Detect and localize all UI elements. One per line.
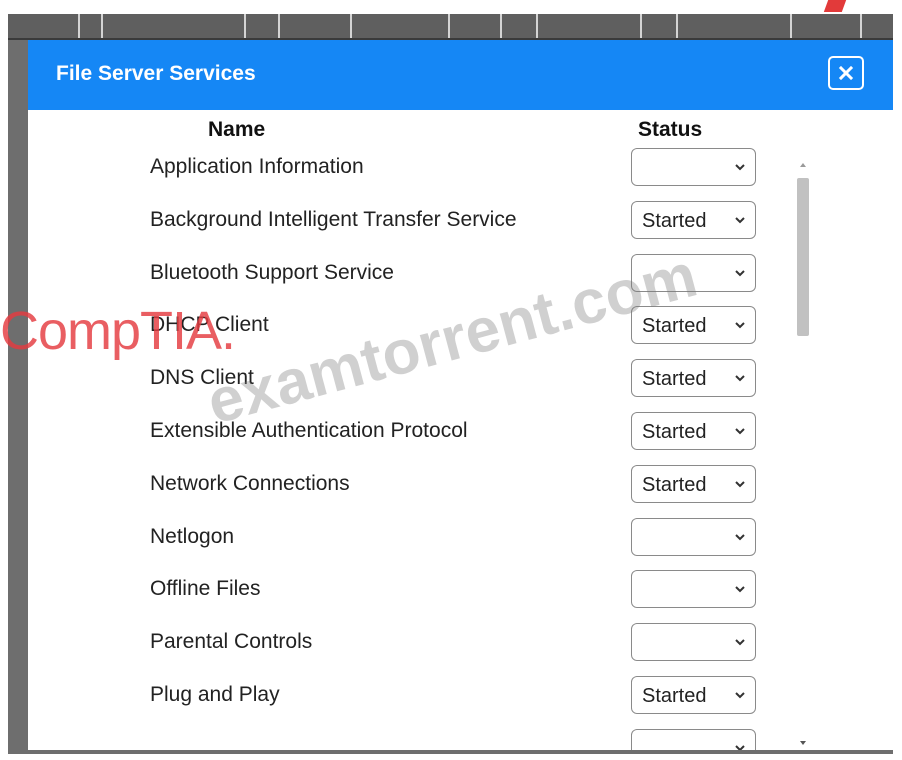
status-select[interactable]: Started [631,676,756,714]
status-select[interactable] [631,570,756,609]
scrollbar[interactable] [792,158,814,750]
status-value: Started [642,421,707,443]
status-select[interactable]: Started [631,464,756,503]
status-select[interactable] [631,728,756,750]
close-button[interactable] [828,56,864,90]
chevron-down-icon [735,586,745,593]
chevron-down-icon [735,428,745,435]
chevron-down-icon [735,217,745,224]
status-select[interactable]: Started [631,306,756,345]
service-name: Plug and Play [150,683,280,706]
service-name: Bluetooth Support Service [150,260,394,284]
status-select[interactable]: Started [631,359,756,398]
service-name: DHCP Client [150,313,269,337]
service-name: Offline Files [150,577,261,601]
service-name: Background Intelligent Transfer Service [150,207,517,231]
service-name: Extensible Authentication Protocol [150,419,468,442]
chevron-down-icon [735,164,745,171]
services-list: Application Information Background Intell… [28,40,808,750]
status-value: Started [642,209,707,232]
status-value: Started [642,685,707,707]
close-icon [839,66,853,80]
status-value: Started [642,315,707,338]
status-select[interactable] [631,253,756,292]
status-select[interactable] [631,148,756,186]
corner-mark [823,0,847,12]
chevron-down-icon [735,745,745,750]
status-select[interactable]: Started [631,200,756,239]
service-name: Parental Controls [150,630,313,654]
chevron-down-icon [735,269,745,277]
status-select[interactable] [631,623,756,662]
chevron-down-icon [735,375,745,382]
status-value: Started [642,473,707,496]
service-name: Network Connections [150,471,350,495]
scroll-thumb[interactable] [797,178,809,336]
status-select[interactable] [631,517,756,556]
service-name: DNS Client [150,366,254,390]
service-name: Netlogon [150,524,235,548]
status-value: Started [642,368,707,391]
status-select[interactable]: Started [631,412,756,450]
service-name: Application Information [150,155,364,178]
chevron-down-icon [735,481,745,488]
chevron-down-icon [735,692,745,699]
chevron-down-icon [735,639,745,646]
chevron-down-icon [735,533,745,541]
background-window: File Server Services Name Status Applica… [8,14,893,754]
scroll-down-arrow-icon[interactable] [798,738,808,748]
chevron-down-icon [735,322,745,329]
scroll-up-arrow-icon[interactable] [798,160,808,170]
background-toolbar [8,14,893,40]
file-server-services-dialog: File Server Services Name Status Applica… [28,40,893,750]
